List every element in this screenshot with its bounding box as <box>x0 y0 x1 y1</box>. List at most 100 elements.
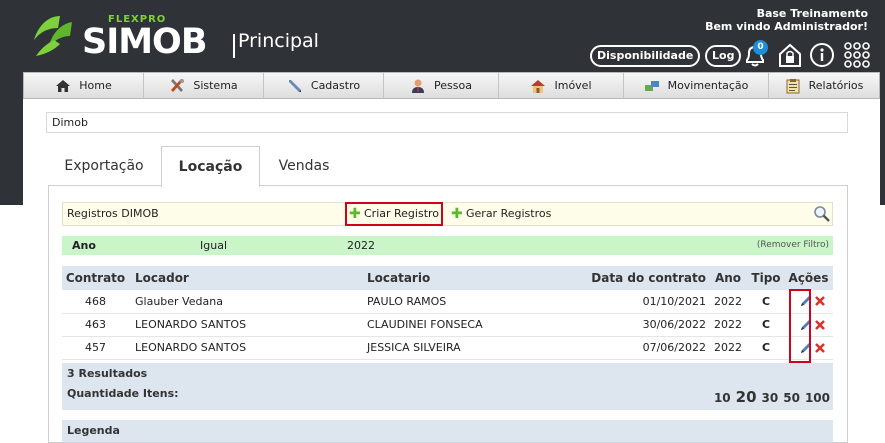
pen-icon <box>288 79 301 92</box>
cell-ano: 2022 <box>708 336 748 360</box>
actions-highlight <box>789 289 811 363</box>
user-info: Base Treinamento Bem vindo Administrador… <box>705 7 868 33</box>
records-toolbar: Registros DIMOB ✚ Criar Registro ✚ Gerar… <box>62 202 833 226</box>
col-locador[interactable]: Locador <box>129 266 361 290</box>
menu-item-cadastro[interactable]: Cadastro <box>264 73 384 98</box>
page-size-option[interactable]: 50 <box>783 391 800 405</box>
cell-data: 07/06/2022 <box>566 336 708 360</box>
info-icon <box>810 43 834 67</box>
delete-x-icon[interactable] <box>814 319 826 331</box>
clipboard-icon <box>786 78 800 93</box>
home-icon <box>56 79 71 92</box>
cell-tipo: C <box>748 336 784 360</box>
page-size-options: 10 20 30 50 100 <box>709 388 830 406</box>
flexpro-logo-icon <box>34 16 72 56</box>
table-row[interactable]: 463 LEONARDO SANTOS CLAUDINEI FONSECA 30/06… <box>62 313 833 337</box>
menu-label-relatorios: Relatórios <box>808 79 864 92</box>
col-locatario[interactable]: Locatario <box>361 266 566 290</box>
results-count: 3 Resultados <box>62 363 833 384</box>
lock-house-icon <box>779 43 801 67</box>
col-acoes: Ações <box>784 266 833 290</box>
filter-field: Ano <box>72 239 96 252</box>
remove-filter-link[interactable]: (Remover Filtro) <box>757 236 829 255</box>
welcome-text: Bem vindo Administrador! <box>705 20 868 33</box>
cell-locador: LEONARDO SANTOS <box>129 313 361 337</box>
tab-exportacao[interactable]: Exportação <box>48 146 160 186</box>
breadcrumb: Dimob <box>46 112 848 133</box>
filter-value: 2022 <box>347 239 375 252</box>
availability-button[interactable]: Disponibilidade <box>590 45 701 67</box>
search-icon[interactable] <box>813 205 831 223</box>
brand-name: SIMOB <box>82 22 207 62</box>
page-size-bar: Quantidade Itens: 10 20 30 50 100 <box>62 384 833 410</box>
cell-ano: 2022 <box>708 313 748 337</box>
log-button[interactable]: Log <box>705 45 742 67</box>
table-row[interactable]: 457 LEONARDO SANTOS JESSICA SILVEIRA 07/06/… <box>62 336 833 360</box>
menu-item-movimentacao[interactable]: Movimentação <box>624 73 769 98</box>
cell-locatario: JESSICA SILVEIRA <box>361 336 566 360</box>
delete-x-icon[interactable] <box>814 295 826 307</box>
notifications-button[interactable]: 0 <box>741 40 769 69</box>
cell-contrato: 468 <box>62 290 129 314</box>
cell-tipo: C <box>748 290 784 314</box>
menu-label-cadastro: Cadastro <box>310 79 361 92</box>
house-icon <box>531 79 546 93</box>
apps-grid-button[interactable] <box>843 41 871 69</box>
menu-label-imovel: Imóvel <box>554 79 592 92</box>
page-size-option[interactable]: 100 <box>805 391 830 405</box>
notification-badge: 0 <box>753 40 768 55</box>
cell-locatario: PAULO RAMOS <box>361 290 566 314</box>
menu-label-movimentacao: Movimentação <box>667 79 749 92</box>
tools-icon <box>171 78 185 92</box>
create-record-highlight <box>345 202 443 226</box>
tab-vendas[interactable]: Vendas <box>262 146 346 186</box>
menu-item-relatorios[interactable]: Relatórios <box>769 73 879 98</box>
cell-data: 01/10/2021 <box>566 290 708 314</box>
legend-header: Legenda <box>62 420 833 443</box>
menu-item-home[interactable]: Home <box>24 73 144 98</box>
plus-icon: ✚ <box>451 206 463 222</box>
app-logo[interactable]: FLEXPRO SIMOB Principal <box>30 12 330 67</box>
menu-label-pessoa: Pessoa <box>434 79 472 92</box>
transfer-icon <box>644 80 659 91</box>
tab-locacao[interactable]: Locação <box>161 146 260 187</box>
page-size-option[interactable]: 20 <box>736 388 757 406</box>
cell-data: 30/06/2022 <box>566 313 708 337</box>
info-button[interactable] <box>808 41 836 69</box>
company-name: Base Treinamento <box>756 7 868 20</box>
menu-item-imovel[interactable]: Imóvel <box>499 73 624 98</box>
lock-button[interactable] <box>776 41 804 69</box>
cell-contrato: 463 <box>62 313 129 337</box>
cell-ano: 2022 <box>708 290 748 314</box>
col-ano[interactable]: Ano <box>708 266 748 290</box>
cell-locador: Glauber Vedana <box>129 290 361 314</box>
generate-records-button[interactable]: ✚ Gerar Registros <box>448 205 551 225</box>
menu-item-pessoa[interactable]: Pessoa <box>384 73 499 98</box>
main-menu: Home Sistema Cadastro Pessoa Imóvel Movi… <box>23 72 880 99</box>
module-name: Principal <box>238 30 319 52</box>
cell-locador: LEONARDO SANTOS <box>129 336 361 360</box>
grid-icon <box>844 42 870 68</box>
col-data[interactable]: Data do contrato <box>566 266 708 290</box>
col-contrato[interactable]: Contrato <box>62 266 129 290</box>
table-header-row: Contrato Locador Locatario Data do contr… <box>62 266 833 290</box>
generate-records-label: Gerar Registros <box>466 207 552 220</box>
col-tipo[interactable]: Tipo <box>748 266 784 290</box>
active-filter: Ano Igual 2022 (Remover Filtro) <box>62 236 833 255</box>
page-size-option[interactable]: 30 <box>762 391 779 405</box>
table-row[interactable]: 468 Glauber Vedana PAULO RAMOS 01/10/2021 20… <box>62 290 833 314</box>
cell-tipo: C <box>748 313 784 337</box>
person-icon <box>412 79 425 93</box>
page-size-label: Quantidade Itens: <box>67 387 179 400</box>
menu-item-sistema[interactable]: Sistema <box>144 73 264 98</box>
filter-operator: Igual <box>200 239 227 252</box>
delete-x-icon[interactable] <box>814 342 826 354</box>
menu-label-home: Home <box>79 79 112 92</box>
cell-contrato: 457 <box>62 336 129 360</box>
toolbar-title: Registros DIMOB <box>67 207 159 220</box>
records-table: Contrato Locador Locatario Data do contr… <box>62 266 833 360</box>
logo-divider <box>233 34 235 58</box>
page-size-option[interactable]: 10 <box>714 391 731 405</box>
menu-label-sistema: Sistema <box>193 79 238 92</box>
cell-locatario: CLAUDINEI FONSECA <box>361 313 566 337</box>
